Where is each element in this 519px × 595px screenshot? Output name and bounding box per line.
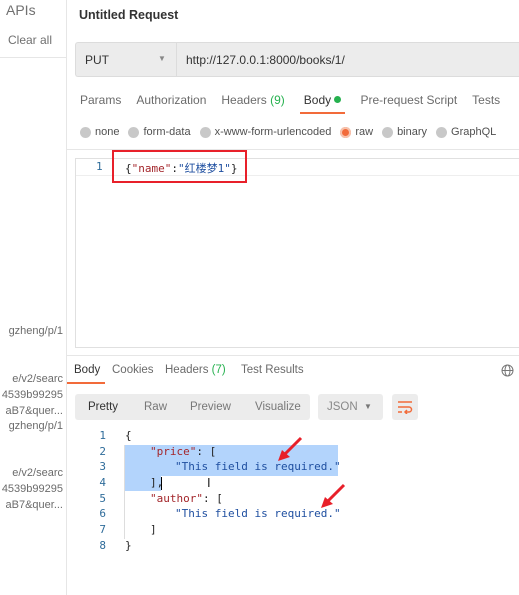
- radio-none[interactable]: none: [80, 126, 119, 138]
- tab-headers[interactable]: Headers (9): [221, 93, 284, 114]
- indent-guide: [124, 445, 125, 539]
- i-beam-cursor-icon: I: [207, 475, 211, 490]
- history-item[interactable]: gzheng/p/1: [9, 325, 63, 337]
- line-number: 6: [99, 507, 106, 520]
- text-cursor: [161, 477, 162, 490]
- tab-body[interactable]: Body: [299, 93, 346, 114]
- response-tab-test-results[interactable]: Test Results: [241, 364, 304, 376]
- headers-count: (9): [270, 93, 285, 107]
- radio-binary[interactable]: binary: [382, 126, 427, 138]
- history-item[interactable]: aB7&quer...: [6, 499, 64, 511]
- line-number: 3: [99, 460, 106, 473]
- annotation-box: [112, 150, 247, 183]
- body-indicator-dot: [334, 96, 342, 103]
- code-line: ]: [150, 523, 157, 536]
- radio-label: GraphQL: [451, 126, 497, 138]
- tab-params[interactable]: Params: [80, 93, 121, 114]
- radio-label: binary: [397, 126, 428, 138]
- history-item[interactable]: 4539b99295: [2, 483, 63, 495]
- json-value: "This field is required.": [175, 507, 341, 520]
- history-item[interactable]: gzheng/p/1: [9, 420, 63, 432]
- radio-label: x-www-form-urlencoded: [214, 126, 332, 138]
- wrap-lines-button[interactable]: [392, 394, 418, 420]
- annotation-arrow-icon: [321, 483, 346, 508]
- globe-icon[interactable]: [501, 364, 514, 377]
- line-number: 2: [99, 445, 106, 458]
- line-number: 7: [99, 523, 106, 536]
- radio-label: form-data: [143, 126, 191, 138]
- punct: : [: [196, 445, 217, 458]
- clear-all-button[interactable]: Clear all: [8, 33, 52, 47]
- format-select[interactable]: JSON ▼: [318, 394, 383, 420]
- response-tab-headers[interactable]: Headers (7): [165, 364, 226, 376]
- tab-tests[interactable]: Tests: [472, 93, 500, 114]
- radio-selected-icon: [340, 126, 352, 138]
- history-item[interactable]: 4539b99295: [2, 389, 63, 401]
- url-bar: PUT ▼ http://127.0.0.1:8000/books/1/: [75, 42, 519, 77]
- history-item[interactable]: e/v2/searc: [12, 373, 63, 385]
- chevron-down-icon: ▼: [364, 402, 372, 411]
- code-line: }: [125, 539, 132, 552]
- annotation-arrow-icon: [278, 436, 303, 461]
- radio-icon: [128, 126, 140, 138]
- method-select[interactable]: PUT ▼: [76, 43, 177, 76]
- radio-icon: [382, 126, 394, 138]
- divider: [0, 57, 66, 58]
- view-mode-group: Pretty Raw Preview Visualize: [75, 394, 310, 420]
- json-key: "price": [150, 445, 197, 458]
- sidebar-tab-apis[interactable]: APIs: [6, 2, 36, 18]
- headers-count: (7): [211, 364, 226, 376]
- history-item[interactable]: aB7&quer...: [6, 405, 64, 417]
- response-tab-body[interactable]: Body: [74, 364, 100, 376]
- tab-pre-request-script[interactable]: Pre-request Script: [360, 93, 457, 114]
- tab-label: Headers: [165, 364, 209, 376]
- view-visualize[interactable]: Visualize: [255, 401, 301, 413]
- line-number: 1: [99, 429, 106, 442]
- format-value: JSON: [327, 401, 358, 413]
- radio-icon: [436, 126, 448, 138]
- view-preview[interactable]: Preview: [190, 401, 231, 413]
- wrap-icon: [398, 401, 413, 414]
- radio-label: none: [95, 126, 120, 138]
- tab-authorization[interactable]: Authorization: [136, 93, 206, 114]
- active-tab-underline: [67, 382, 105, 384]
- tab-label: Body: [303, 93, 332, 107]
- view-raw[interactable]: Raw: [144, 401, 167, 413]
- radio-icon: [80, 126, 91, 138]
- radio-graphql[interactable]: GraphQL: [436, 126, 496, 138]
- line-number: 8: [99, 539, 106, 552]
- tab-label: Headers: [221, 93, 267, 107]
- body-type-options: none form-data x-www-form-urlencoded raw…: [80, 126, 496, 138]
- json-value: "This field is required.": [175, 460, 341, 473]
- request-tabs: Params Authorization Headers (9) Body Pr…: [80, 93, 500, 114]
- response-tab-cookies[interactable]: Cookies: [112, 364, 154, 376]
- json-key: "author": [150, 492, 203, 505]
- line-number: 4: [99, 476, 106, 489]
- url-input[interactable]: http://127.0.0.1:8000/books/1/: [186, 53, 345, 67]
- method-value: PUT: [85, 53, 109, 67]
- code-line: {: [125, 429, 132, 442]
- code-line: "price": [: [150, 445, 216, 458]
- code-line: "author": [: [150, 492, 223, 505]
- radio-raw[interactable]: raw: [340, 126, 373, 138]
- chevron-down-icon: ▼: [158, 54, 166, 63]
- divider: [67, 355, 519, 356]
- request-title[interactable]: Untitled Request: [79, 8, 178, 22]
- radio-x-www-form-urlencoded[interactable]: x-www-form-urlencoded: [199, 126, 332, 138]
- radio-label: raw: [355, 126, 374, 138]
- view-pretty[interactable]: Pretty: [88, 401, 118, 413]
- line-number: 1: [96, 160, 103, 173]
- history-item[interactable]: e/v2/searc: [12, 467, 63, 479]
- radio-form-data[interactable]: form-data: [128, 126, 191, 138]
- request-body-editor[interactable]: [75, 158, 519, 348]
- radio-icon: [199, 126, 211, 138]
- punct: : [: [202, 492, 223, 505]
- line-number: 5: [99, 492, 106, 505]
- sidebar: APIs Clear all gzheng/p/1 e/v2/searc 453…: [0, 0, 67, 595]
